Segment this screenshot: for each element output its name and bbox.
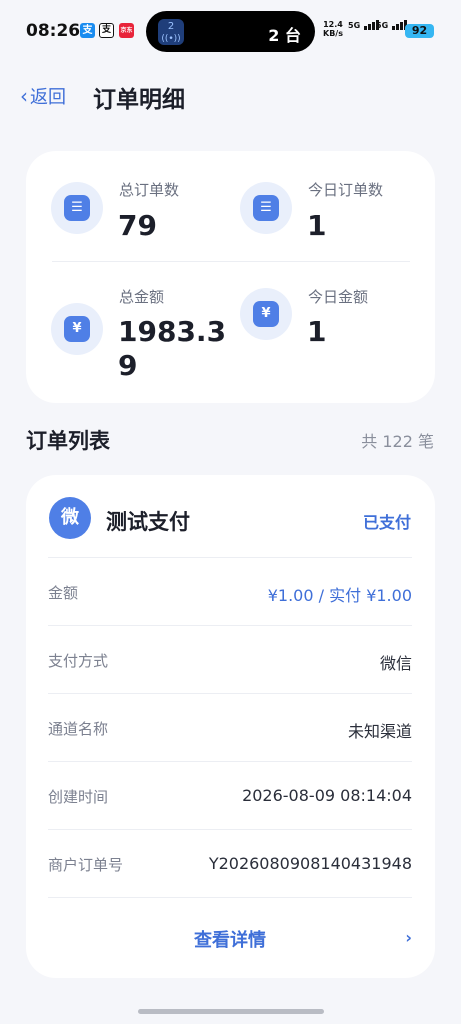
yuan-icon: ¥ [253, 301, 279, 327]
order-list-icon: ☰ [253, 195, 279, 221]
order-list-title: 订单列表 [26, 429, 110, 453]
network-speed: 12.4 KB/s [323, 20, 343, 38]
amount-value: ¥1.00 / 实付 ¥1.00 [267, 586, 412, 605]
total-amount-label: 总金额 [119, 288, 165, 306]
status-time: 08:26 [26, 21, 81, 41]
status-bar: 08:26 支 支 京东 2 ((•)) 2 台 12.4 KB/s 5G 5G… [0, 0, 461, 62]
today-amount-icon-wrap: ¥ [240, 288, 292, 340]
total-amount-value: 1983.39 [118, 315, 227, 382]
created-time-value: 2026-08-09 08:14:04 [242, 786, 412, 805]
stats-divider [52, 261, 410, 262]
channel-value: 未知渠道 [347, 722, 412, 741]
merchant-order-no-value: Y2026080908140431948 [208, 854, 412, 873]
radio-waves-icon: ((•)) [161, 34, 181, 44]
total-orders-label: 总订单数 [119, 181, 180, 199]
stats-card: ☰ 总订单数 79 ☰ 今日订单数 1 ¥ 总金额 1983.39 ¥ 今日金额… [26, 151, 435, 403]
amount-label: 金额 [48, 584, 79, 602]
view-details-button[interactable]: 查看详情 › [48, 897, 412, 977]
battery-icon: 92 [405, 24, 434, 38]
order-list-count: 共 122 笔 [361, 432, 434, 451]
page-title: 订单明细 [93, 87, 185, 113]
back-button[interactable]: ‹ 返回 [20, 83, 66, 109]
chevron-right-icon: › [405, 928, 412, 947]
app-notification-icon: 支 [80, 23, 95, 38]
merchant-order-no-label: 商户订单号 [48, 856, 124, 874]
home-indicator[interactable] [138, 1009, 324, 1014]
total-orders-value: 79 [118, 209, 157, 242]
status-badge: 已支付 [362, 513, 411, 532]
order-list-icon: ☰ [64, 195, 90, 221]
island-text: 2 台 [268, 26, 301, 45]
total-orders-icon-wrap: ☰ [51, 182, 103, 234]
today-orders-icon-wrap: ☰ [240, 182, 292, 234]
today-amount-value: 1 [307, 315, 327, 348]
order-row-created-time: 创建时间 2026-08-09 08:14:04 [48, 761, 412, 829]
chevron-left-icon: ‹ [20, 84, 28, 108]
order-row-pay-method: 支付方式 微信 [48, 625, 412, 693]
total-amount-icon-wrap: ¥ [51, 303, 103, 355]
created-time-label: 创建时间 [48, 788, 109, 806]
network-speed-value: 12.4 [323, 20, 343, 29]
network-speed-unit: KB/s [323, 29, 343, 38]
today-orders-label: 今日订单数 [308, 181, 384, 199]
wechat-pay-icon: 微 [49, 497, 91, 539]
dynamic-island[interactable]: 2 ((•)) 2 台 [146, 11, 315, 52]
page-header: ‹ 返回 订单明细 [0, 70, 461, 120]
signal-2-label: 5G [376, 21, 389, 30]
signal-2-icon: 5G [376, 20, 408, 30]
order-name: 测试支付 [106, 510, 190, 534]
island-badge: 2 [167, 21, 175, 32]
pay-method-value: 微信 [379, 654, 412, 673]
jd-notification-icon: 京东 [119, 23, 134, 38]
order-row-merchant-order-no: 商户订单号 Y2026080908140431948 [48, 829, 412, 897]
broadcast-icon: 2 ((•)) [158, 19, 184, 45]
order-row-amount: 金额 ¥1.00 / 实付 ¥1.00 [48, 557, 412, 625]
today-orders-value: 1 [307, 209, 327, 242]
today-amount-label: 今日金额 [308, 288, 369, 306]
back-label: 返回 [30, 87, 66, 108]
signal-1-label: 5G [348, 21, 361, 30]
yuan-icon: ¥ [64, 316, 90, 342]
view-details-label: 查看详情 [194, 930, 266, 951]
alipay-notification-icon: 支 [99, 23, 114, 38]
pay-method-label: 支付方式 [48, 652, 109, 670]
channel-label: 通道名称 [48, 720, 109, 738]
order-row-channel: 通道名称 未知渠道 [48, 693, 412, 761]
order-card[interactable]: 微 测试支付 已支付 金额 ¥1.00 / 实付 ¥1.00 支付方式 微信 通… [26, 475, 435, 978]
